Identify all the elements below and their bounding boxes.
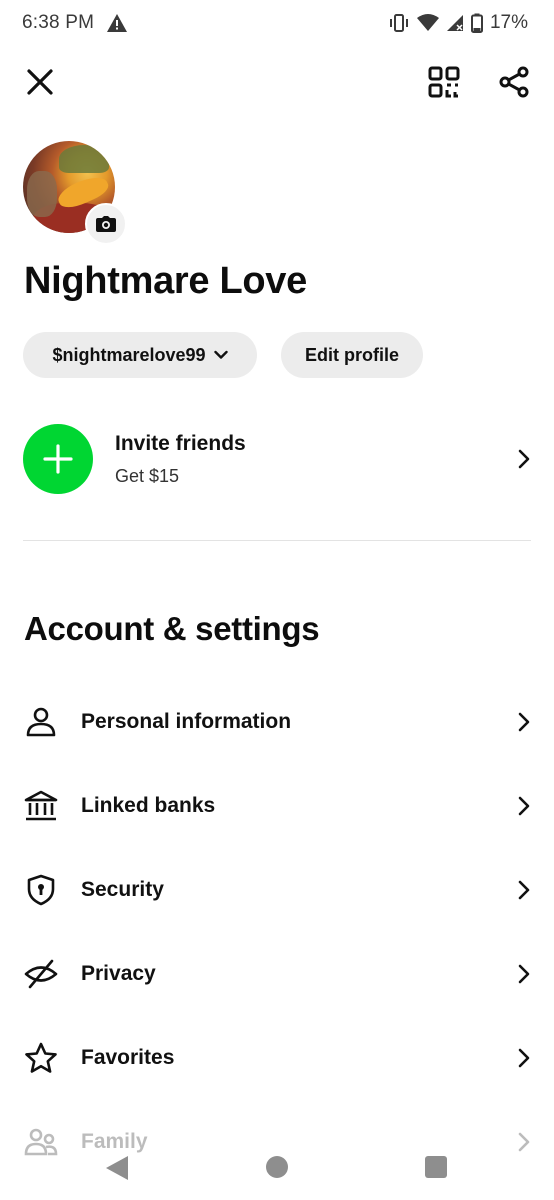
chevron-right-icon — [518, 449, 530, 469]
star-icon — [25, 1042, 57, 1073]
settings-item-linked-banks[interactable]: Linked banks — [23, 764, 534, 848]
battery-icon — [470, 13, 483, 33]
settings-item-label: Personal information — [81, 710, 292, 733]
status-time: 6:38 PM — [22, 12, 95, 33]
vibrate-icon — [389, 14, 408, 32]
chevron-right-icon — [518, 880, 530, 900]
close-icon — [27, 69, 53, 95]
signal-icon — [446, 15, 463, 31]
edit-profile-label: Edit profile — [305, 344, 399, 365]
person-icon — [26, 707, 56, 737]
settings-item-personal-information[interactable]: Personal information — [23, 680, 534, 764]
wifi-icon — [416, 14, 439, 31]
cashtag-label: $nightmarelove99 — [52, 344, 206, 365]
cashtag-button[interactable]: $nightmarelove99 — [23, 332, 257, 378]
share-icon — [499, 66, 529, 98]
profile-name: Nightmare Love — [24, 260, 307, 302]
qr-code-button[interactable] — [424, 62, 464, 102]
invite-friends-row[interactable]: Invite friends Get $15 — [23, 423, 534, 495]
edit-profile-button[interactable]: Edit profile — [281, 332, 423, 378]
plus-icon — [43, 444, 73, 474]
share-button[interactable] — [494, 62, 534, 102]
section-title: Account & settings — [24, 610, 320, 647]
chevron-right-icon — [518, 712, 530, 732]
camera-icon — [96, 216, 116, 232]
invite-plus-badge — [23, 424, 93, 494]
shield-icon — [27, 874, 55, 906]
settings-item-label: Security — [81, 878, 164, 901]
qr-code-icon — [428, 66, 460, 98]
home-icon[interactable] — [266, 1156, 288, 1178]
recents-icon[interactable] — [425, 1156, 447, 1178]
invite-subtitle: Get $15 — [115, 466, 180, 486]
chevron-right-icon — [518, 964, 530, 984]
chevron-right-icon — [518, 796, 530, 816]
divider — [23, 540, 531, 541]
battery-percent: 17% — [489, 12, 528, 33]
chevron-down-icon — [213, 350, 228, 359]
bank-icon — [24, 790, 58, 821]
status-indicators: 17% — [388, 12, 528, 34]
eye-off-icon — [24, 959, 58, 989]
close-button[interactable] — [20, 62, 60, 102]
invite-title: Invite friends — [115, 432, 246, 455]
settings-item-security[interactable]: Security — [23, 848, 534, 932]
warning-icon — [107, 14, 127, 32]
settings-list: Personal information Linked banks Securi… — [23, 680, 534, 1184]
settings-item-label: Privacy — [81, 962, 156, 985]
back-icon[interactable] — [104, 1154, 130, 1182]
settings-item-label: Linked banks — [81, 794, 216, 817]
settings-item-favorites[interactable]: Favorites — [23, 1016, 534, 1100]
chevron-right-icon — [518, 1048, 530, 1068]
system-nav-bar — [0, 1134, 554, 1200]
settings-item-privacy[interactable]: Privacy — [23, 932, 534, 1016]
settings-item-label: Favorites — [81, 1046, 175, 1069]
change-photo-button[interactable] — [85, 203, 127, 245]
